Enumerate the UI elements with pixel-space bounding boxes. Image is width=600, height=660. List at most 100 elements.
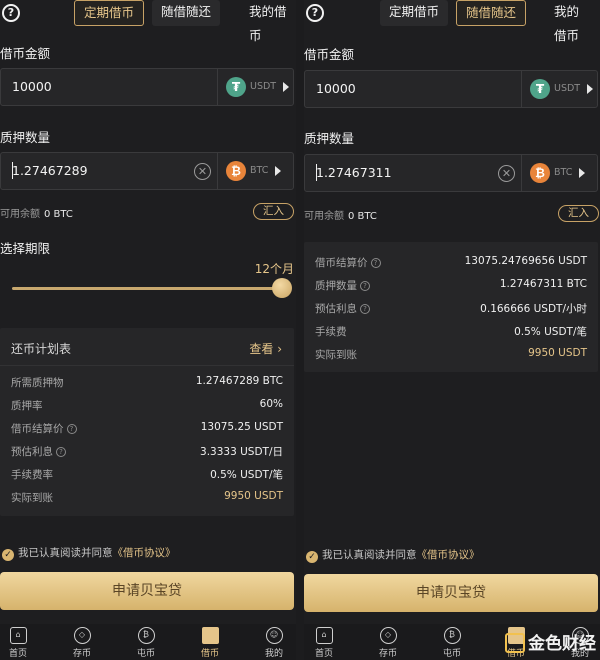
check-icon[interactable]: ✓ (2, 549, 14, 561)
bitcoin-icon: ₿ (443, 627, 461, 644)
borrow-amount-field[interactable]: 10000 ₮ USDT (0, 68, 294, 106)
view-plan-link[interactable]: 查看 › (249, 340, 282, 357)
view-plan-label: 查看 (249, 342, 274, 356)
borrow-amount-field[interactable]: 10000 ₮ USDT (304, 70, 598, 108)
nav-label: 借币 (200, 649, 219, 659)
period-value: 12个月 (254, 262, 294, 276)
agreement[interactable]: ✓ 我已认真阅读并同意《借币协议》 (2, 545, 176, 561)
unit-dropdown-arrow-icon[interactable] (579, 168, 585, 178)
tab-my-loans[interactable]: 我的借币 (545, 0, 600, 43)
collateral-field[interactable]: 1.27467311 ✕ ₿ BTC (304, 154, 598, 192)
available-balance: 可用余额 0 BTC (304, 207, 377, 222)
detail-label: 手续费 (315, 326, 347, 338)
apply-button[interactable]: 申请贝宝贷 (304, 574, 598, 612)
agree-text: 我已认真阅读并同意 (322, 549, 417, 561)
collateral-value[interactable]: 1.27467289 (12, 163, 88, 178)
deposit-icon: ◇ (379, 627, 397, 644)
top-bar: ? 定期借币 随借随还 我的借币 (0, 0, 296, 43)
tab-fixed-loan[interactable]: 定期借币 (380, 0, 449, 26)
borrow-amount-label: 借币金额 (0, 46, 51, 61)
nav-home[interactable]: ⌂ 首页 (304, 627, 344, 659)
repayment-plan-header[interactable]: 还币计划表 查看 › (0, 328, 294, 366)
detail-value: 1.27467311 BTC (499, 278, 587, 290)
info-icon[interactable]: ? (66, 424, 77, 434)
left-screen: ? 定期借币 随借随还 我的借币 借币金额 10000 ₮ USDT 质押数量 … (0, 0, 296, 660)
detail-label: 借币结算价? (315, 255, 381, 270)
deposit-button[interactable]: 汇入 (253, 203, 294, 220)
btc-icon: ₿ (530, 163, 550, 183)
tab-flexible-loan[interactable]: 随借随还 (456, 0, 527, 26)
agreement-link[interactable]: 《借币协议》 (417, 549, 480, 561)
detail-row: 实际到账 9950 USDT (315, 347, 587, 363)
right-screen: ? 定期借币 随借随还 我的借币 借币金额 10000 ₮ USDT 质押数量 … (304, 0, 600, 660)
tab-fixed-loan[interactable]: 定期借币 (74, 0, 145, 26)
collateral-value[interactable]: 1.27467311 (316, 165, 392, 180)
watermark-text: 金色财经 (528, 634, 596, 654)
field-divider (217, 153, 218, 189)
detail-label: 借币结算价? (11, 421, 77, 436)
borrow-icon (201, 627, 219, 644)
borrow-amount-value[interactable]: 10000 (12, 79, 52, 94)
info-icon[interactable]: ? (360, 281, 370, 291)
nav-mine[interactable]: ☺ 我的 (254, 627, 294, 659)
clear-icon[interactable]: ✕ (498, 165, 515, 182)
watermark: 金色财经 (505, 629, 596, 654)
nav-label: 屯币 (442, 649, 461, 659)
agreement-link[interactable]: 《借币协议》 (113, 547, 176, 559)
balance-label: 可用余额 (304, 211, 344, 222)
nav-borrow[interactable]: 借币 (190, 627, 230, 659)
collateral-label: 质押数量 (304, 131, 355, 146)
nav-label: 屯币 (136, 649, 155, 659)
detail-row: 所需质押物 1.27467289 BTC (11, 375, 283, 391)
unit-dropdown-arrow-icon[interactable] (283, 82, 289, 92)
unit-dropdown-arrow-icon[interactable] (587, 84, 593, 94)
help-icon[interactable]: ? (2, 4, 20, 22)
nav-deposit[interactable]: ◇ 存币 (62, 627, 102, 659)
info-icon[interactable]: ? (56, 447, 66, 457)
borrow-unit: USDT (554, 83, 581, 94)
collateral-field[interactable]: 1.27467289 ✕ ₿ BTC (0, 152, 294, 190)
collateral-unit: BTC (554, 167, 573, 178)
clear-icon[interactable]: ✕ (194, 163, 211, 180)
help-icon[interactable]: ? (306, 4, 324, 22)
nav-label: 我的 (264, 649, 283, 659)
detail-value: 0.5% USDT/笔 (210, 469, 283, 481)
nav-deposit[interactable]: ◇ 存币 (368, 627, 408, 659)
unit-dropdown-arrow-icon[interactable] (275, 166, 281, 176)
field-divider (521, 155, 522, 191)
apply-button[interactable]: 申请贝宝贷 (0, 572, 294, 610)
tab-flexible-loan[interactable]: 随借随还 (152, 0, 221, 26)
detail-label: 实际到账 (315, 349, 357, 361)
btc-icon: ₿ (226, 161, 246, 181)
deposit-icon: ◇ (73, 627, 91, 644)
info-icon[interactable]: ? (360, 304, 370, 314)
text-cursor (316, 164, 317, 181)
tab-my-loans[interactable]: 我的借币 (240, 0, 296, 43)
check-icon[interactable]: ✓ (306, 551, 318, 563)
text-cursor (12, 162, 13, 179)
bottom-nav: ⌂ 首页 ◇ 存币 ₿ 屯币 借币 ☺ 我的 (0, 624, 296, 660)
usdt-icon: ₮ (530, 79, 550, 99)
detail-row: 实际到账 9950 USDT (11, 490, 283, 506)
period-slider-track[interactable] (12, 287, 282, 290)
nav-hold[interactable]: ₿ 屯币 (126, 627, 166, 659)
period-slider-thumb[interactable] (272, 278, 292, 298)
info-icon[interactable]: ? (370, 258, 381, 268)
repayment-plan-card: 还币计划表 查看 › 所需质押物 1.27467289 BTC 质押率 60% 借币结算… (0, 328, 294, 516)
nav-hold[interactable]: ₿ 屯币 (432, 627, 472, 659)
agreement[interactable]: ✓ 我已认真阅读并同意《借币协议》 (306, 547, 480, 563)
bitcoin-icon: ₿ (137, 627, 155, 644)
user-icon: ☺ (265, 627, 283, 644)
detail-row: 质押数量? 1.27467311 BTC (315, 278, 587, 294)
nav-home[interactable]: ⌂ 首页 (0, 627, 38, 659)
home-icon: ⌂ (315, 627, 333, 644)
detail-value: 0.5% USDT/笔 (514, 326, 587, 338)
borrow-amount-label: 借币金额 (304, 47, 355, 62)
deposit-button[interactable]: 汇入 (558, 205, 599, 222)
balance-value: 0 BTC (44, 209, 73, 220)
field-divider (521, 71, 522, 107)
detail-row: 手续费率 0.5% USDT/笔 (11, 467, 283, 483)
detail-row: 预估利息? 3.3333 USDT/日 (11, 444, 283, 460)
home-icon: ⌂ (9, 627, 27, 644)
borrow-amount-value[interactable]: 10000 (316, 81, 356, 96)
